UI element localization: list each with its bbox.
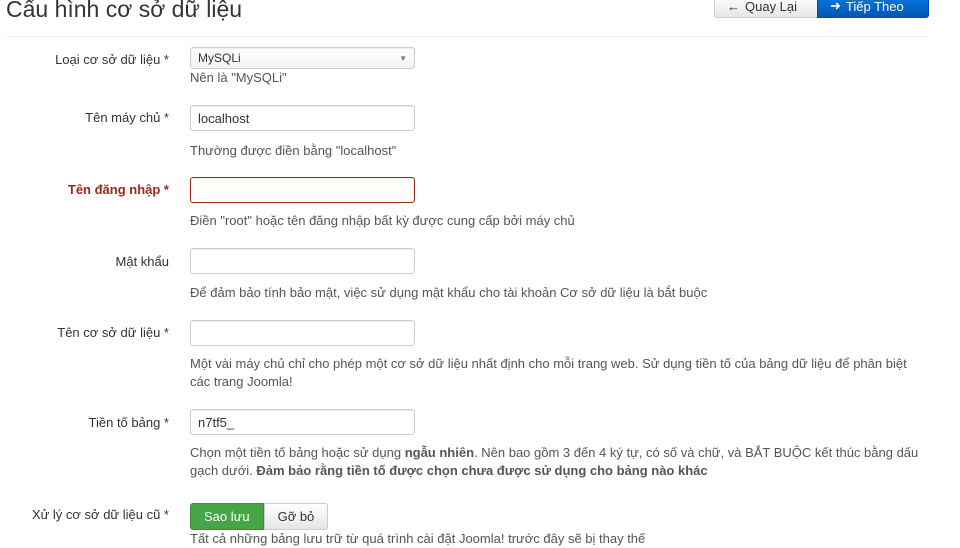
db-name-help: Một vài máy chủ chỉ cho phép một cơ sở d…: [190, 356, 907, 389]
username-input[interactable]: [190, 177, 415, 203]
back-button[interactable]: ← Quay Lại: [714, 0, 818, 18]
password-label: Mật khẩu: [115, 254, 169, 269]
db-name-label: Tên cơ sở dữ liệu *: [57, 325, 169, 340]
db-type-label: Loại cơ sở dữ liệu *: [55, 52, 169, 67]
host-input[interactable]: localhost: [190, 105, 415, 131]
next-button[interactable]: ➜ Tiếp Theo: [817, 0, 929, 18]
password-help: Để đảm bảo tính bảo mật, việc sử dụng mậ…: [190, 285, 708, 300]
page-title: Cấu hình cơ sở dữ liệu: [6, 0, 243, 22]
prefix-label: Tiền tố bảng *: [88, 415, 169, 430]
old-db-help: Tất cả những bảng lưu trữ từ quá trình c…: [190, 531, 646, 546]
backup-option[interactable]: Sao lưu: [190, 503, 264, 530]
host-help: Thường được điền bằng "localhost": [190, 143, 397, 158]
host-label: Tên máy chủ *: [85, 110, 169, 125]
old-db-toggle[interactable]: Sao lưu Gỡ bỏ: [190, 503, 329, 530]
divider: [6, 36, 928, 37]
db-name-input[interactable]: [190, 320, 415, 346]
prefix-input[interactable]: n7tf5_: [190, 409, 415, 435]
db-type-select[interactable]: MySQLi ▼: [190, 47, 415, 69]
prefix-help: Chọn một tiền tố bảng hoặc sử dụng ngẫu …: [190, 445, 919, 478]
arrow-right-icon: ➜: [830, 0, 841, 13]
old-db-label: Xử lý cơ sở dữ liệu cũ *: [31, 507, 169, 522]
caret-down-icon: ▼: [399, 53, 407, 63]
db-type-help: Nên là "MySQLi": [190, 70, 287, 85]
username-help: Điền "root" hoặc tên đăng nhập bất kỳ đư…: [190, 213, 575, 228]
remove-option[interactable]: Gỡ bỏ: [263, 503, 329, 530]
password-input[interactable]: [190, 248, 415, 274]
username-label: Tên đăng nhập *: [67, 182, 169, 197]
arrow-left-icon: ←: [727, 0, 740, 14]
